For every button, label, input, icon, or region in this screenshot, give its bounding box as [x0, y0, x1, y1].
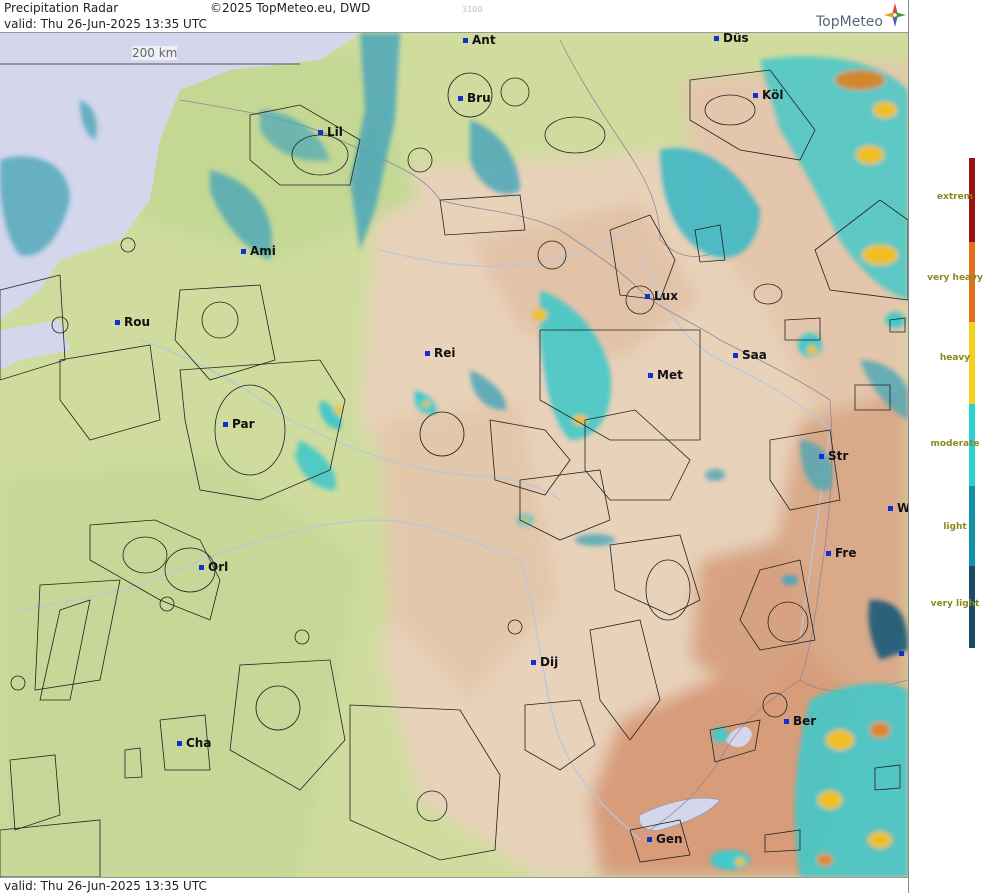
city-label[interactable]: Ant [463, 33, 496, 47]
legend-label-moderate: moderate [930, 439, 980, 449]
precipitation-legend: extrem very heavy heavy moderate light v… [908, 0, 1000, 893]
city-label[interactable]: Ber [784, 714, 816, 728]
legend-label-extrem: extrem [936, 192, 974, 202]
city-dot-icon [241, 249, 246, 254]
city-label[interactable]: W [888, 501, 908, 515]
faint-code: 3100 [462, 5, 483, 14]
legend-label-heavy: heavy [939, 353, 971, 363]
city-label[interactable]: Dij [531, 655, 558, 669]
city-label[interactable]: Orl [199, 560, 228, 574]
footer-bar: valid: Thu 26-Jun-2025 13:35 UTC [0, 877, 908, 894]
legend-swatch-heavy [969, 322, 975, 404]
city-dot-icon [199, 565, 204, 570]
city-label[interactable]: Ami [241, 244, 276, 258]
copyright-text: ©2025 TopMeteo.eu, DWD [210, 1, 371, 15]
city-dot-icon [458, 96, 463, 101]
city-label[interactable]: Fre [826, 546, 857, 560]
radar-title: Precipitation Radar [4, 1, 119, 15]
city-dot-icon [223, 422, 228, 427]
footer-valid-time: valid: Thu 26-Jun-2025 13:35 UTC [4, 879, 207, 893]
city-label[interactable]: Saa [733, 348, 767, 362]
city-dot-icon [888, 506, 893, 511]
city-dot-icon [714, 36, 719, 41]
city-label[interactable]: Bru [458, 91, 491, 105]
valid-time: valid: Thu 26-Jun-2025 13:35 UTC [4, 17, 207, 31]
city-dot-icon [648, 373, 653, 378]
city-dot-icon [318, 130, 323, 135]
city-dot-icon [425, 351, 430, 356]
city-dot-icon [115, 320, 120, 325]
compass-logo-icon [884, 3, 906, 27]
topmeteo-logo: TopMeteo [816, 14, 883, 30]
city-dot-icon [733, 353, 738, 358]
city-label[interactable]: Cha [177, 736, 211, 750]
city-dot-icon [531, 660, 536, 665]
city-label[interactable]: Str [819, 449, 848, 463]
city-label[interactable]: Met [648, 368, 683, 382]
scale-label: 200 km [132, 46, 178, 60]
city-label[interactable]: Lux [645, 289, 678, 303]
legend-label-very-heavy: very heavy [927, 273, 983, 283]
city-label[interactable]: Par [223, 417, 255, 431]
radar-map[interactable]: 200 km Ant Düs Köl Bru Lil Ami Rou Rei L… [0, 33, 908, 877]
legend-label-light: light [943, 522, 967, 532]
city-dot-icon [784, 719, 789, 724]
terrain-layer [0, 33, 908, 877]
city-dot-icon [826, 551, 831, 556]
city-label[interactable]: Z [899, 646, 908, 660]
city-dot-icon [753, 93, 758, 98]
city-label[interactable]: Köl [753, 88, 783, 102]
city-dot-icon [463, 38, 468, 43]
city-dot-icon [647, 837, 652, 842]
city-dot-icon [899, 651, 904, 656]
header-bar: Precipitation Radar ©2025 TopMeteo.eu, D… [0, 0, 908, 33]
city-dot-icon [177, 741, 182, 746]
city-label[interactable]: Rei [425, 346, 456, 360]
city-dot-icon [645, 294, 650, 299]
city-label[interactable]: Gen [647, 832, 683, 846]
city-label[interactable]: Lil [318, 125, 343, 139]
legend-label-very-light: very light [930, 599, 980, 609]
city-label[interactable]: Düs [714, 33, 749, 45]
city-dot-icon [819, 454, 824, 459]
city-label[interactable]: Rou [115, 315, 150, 329]
